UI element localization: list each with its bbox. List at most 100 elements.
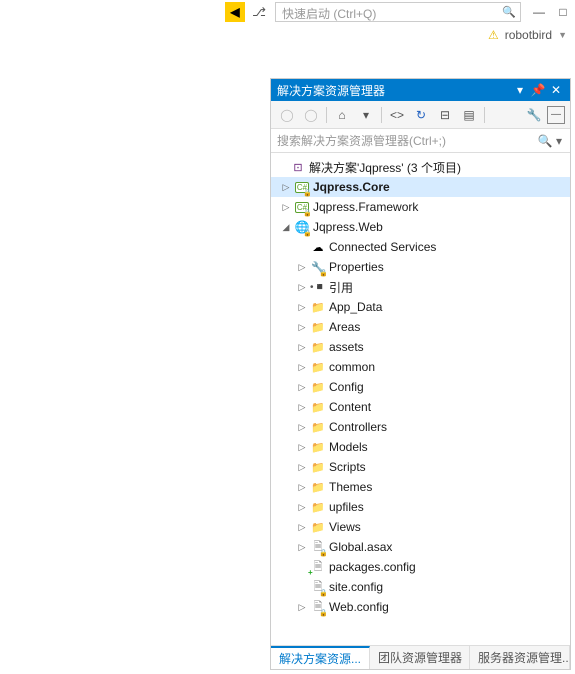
quick-launch-placeholder: 快速启动 (Ctrl+Q) — [282, 7, 376, 21]
collapsed-twisty[interactable]: ▷ — [295, 380, 309, 394]
blank-twisty — [295, 240, 309, 254]
show-all-button[interactable]: ▤ — [458, 104, 480, 126]
preview-button[interactable]: — — [547, 106, 565, 124]
folder-node[interactable]: ▷📁Themes — [271, 477, 570, 497]
project-core[interactable]: ▷ C# Jqpress.Core — [271, 177, 570, 197]
dropdown-icon[interactable]: ▾ — [512, 82, 528, 98]
search-input[interactable]: 搜索解决方案资源管理器(Ctrl+;) 🔍 ▾ — [271, 129, 570, 153]
search-icon[interactable]: 🔍 — [502, 6, 516, 19]
panel-title: 解决方案资源管理器 — [277, 82, 510, 99]
collapsed-twisty[interactable]: ▷ — [295, 420, 309, 434]
cloud-icon: ☁ — [310, 239, 326, 255]
back-button[interactable]: ◯ — [276, 104, 298, 126]
folder-icon: 📁 — [310, 359, 326, 375]
tree-label: packages.config — [329, 560, 416, 574]
restore-button[interactable]: □ — [553, 2, 573, 22]
collapsed-twisty[interactable]: ▷ — [295, 460, 309, 474]
bottom-tabs: 解决方案资源... 团队资源管理器 服务器资源管理... — [271, 645, 570, 669]
collapsed-twisty[interactable]: ▷ — [279, 200, 293, 214]
tree-label: upfiles — [329, 500, 364, 514]
tree-label: Config — [329, 380, 364, 394]
folder-node[interactable]: ▷📁App_Data — [271, 297, 570, 317]
web-config-node[interactable]: ▷ 🗎 Web.config — [271, 597, 570, 617]
tree-label: assets — [329, 340, 364, 354]
folder-icon: 📁 — [310, 519, 326, 535]
solution-node[interactable]: ⊡ 解决方案'Jqpress' (3 个项目) — [271, 157, 570, 177]
tree-label: App_Data — [329, 300, 382, 314]
properties-node[interactable]: ▷ 🔧 Properties — [271, 257, 570, 277]
user-bar[interactable]: ⚠ robotbird ▼ — [488, 28, 567, 42]
collapsed-twisty[interactable]: ▷ — [279, 180, 293, 194]
solution-explorer-panel: 解决方案资源管理器 ▾ 📌 ✕ ◯ ◯ ⌂ ▾ <> ↻ ⊟ ▤ 🔧 — 搜索解… — [270, 78, 571, 670]
folder-icon: 📁 — [310, 339, 326, 355]
close-icon[interactable]: ✕ — [548, 82, 564, 98]
tree-label: Controllers — [329, 420, 387, 434]
branch-icon[interactable]: ⎇ — [249, 2, 269, 22]
collapsed-twisty[interactable]: ▷ — [295, 360, 309, 374]
references-icon: •◾ — [310, 279, 326, 295]
project-web[interactable]: ◢ 🌐 Jqpress.Web — [271, 217, 570, 237]
tree-label: Connected Services — [329, 240, 436, 254]
wrench-icon: 🔧 — [310, 259, 326, 275]
pin-icon[interactable]: 📌 — [530, 82, 546, 98]
quick-launch-input[interactable]: 快速启动 (Ctrl+Q) 🔍 — [275, 2, 521, 22]
global-asax-node[interactable]: ▷ 🗎 Global.asax — [271, 537, 570, 557]
tree: ⊡ 解决方案'Jqpress' (3 个项目) ▷ C# Jqpress.Cor… — [271, 153, 570, 645]
folder-node[interactable]: ▷📁assets — [271, 337, 570, 357]
minimize-button[interactable]: — — [529, 2, 549, 22]
collapsed-twisty[interactable]: ▷ — [295, 320, 309, 334]
user-name: robotbird — [505, 28, 552, 42]
folder-node[interactable]: ▷📁Content — [271, 397, 570, 417]
tree-label: 解决方案'Jqpress' (3 个项目) — [309, 159, 461, 176]
collapsed-twisty[interactable]: ▷ — [295, 400, 309, 414]
folder-icon: 📁 — [310, 439, 326, 455]
tree-label: Web.config — [329, 600, 389, 614]
code-button[interactable]: <> — [386, 104, 408, 126]
packages-config-node[interactable]: 🗎 packages.config — [271, 557, 570, 577]
collapsed-twisty[interactable]: ▷ — [295, 540, 309, 554]
forward-button[interactable]: ◯ — [300, 104, 322, 126]
home-button[interactable]: ⌂ — [331, 104, 353, 126]
tree-label: Views — [329, 520, 361, 534]
collapsed-twisty[interactable]: ▷ — [295, 340, 309, 354]
collapsed-twisty[interactable]: ▷ — [295, 300, 309, 314]
tree-label: Models — [329, 440, 368, 454]
folder-node[interactable]: ▷📁Models — [271, 437, 570, 457]
collapsed-twisty[interactable]: ▷ — [295, 440, 309, 454]
folder-node[interactable]: ▷📁Scripts — [271, 457, 570, 477]
folder-node[interactable]: ▷📁Controllers — [271, 417, 570, 437]
folder-node[interactable]: ▷📁upfiles — [271, 497, 570, 517]
toolbar: ◯ ◯ ⌂ ▾ <> ↻ ⊟ ▤ 🔧 — — [271, 101, 570, 129]
scope-button[interactable]: ▾ — [355, 104, 377, 126]
folder-node[interactable]: ▷📁Config — [271, 377, 570, 397]
collapsed-twisty[interactable]: ▷ — [295, 260, 309, 274]
collapse-button[interactable]: ⊟ — [434, 104, 456, 126]
refresh-button[interactable]: ↻ — [410, 104, 432, 126]
tree-label: common — [329, 360, 375, 374]
folder-node[interactable]: ▷📁common — [271, 357, 570, 377]
top-bar: ◀ ⎇ 快速启动 (Ctrl+Q) 🔍 — □ — [225, 0, 575, 24]
tree-label: Scripts — [329, 460, 366, 474]
tab-server-explorer[interactable]: 服务器资源管理... — [470, 646, 570, 669]
properties-button[interactable]: 🔧 — [523, 104, 545, 126]
site-config-node[interactable]: 🗎 site.config — [271, 577, 570, 597]
collapsed-twisty[interactable]: ▷ — [295, 480, 309, 494]
collapsed-twisty[interactable]: ▷ — [295, 500, 309, 514]
folder-node[interactable]: ▷📁Views — [271, 517, 570, 537]
project-framework[interactable]: ▷ C# Jqpress.Framework — [271, 197, 570, 217]
folder-icon: 📁 — [310, 399, 326, 415]
expanded-twisty[interactable]: ◢ — [279, 220, 293, 234]
collapsed-twisty[interactable]: ▷ — [295, 280, 309, 294]
tab-team-explorer[interactable]: 团队资源管理器 — [370, 646, 470, 669]
folder-node[interactable]: ▷📁Areas — [271, 317, 570, 337]
warning-icon: ⚠ — [488, 28, 499, 42]
collapsed-twisty[interactable]: ▷ — [295, 520, 309, 534]
references-node[interactable]: ▷ •◾ 引用 — [271, 277, 570, 297]
separator — [381, 107, 382, 123]
collapsed-twisty[interactable]: ▷ — [295, 600, 309, 614]
tab-solution-explorer[interactable]: 解决方案资源... — [271, 646, 370, 669]
config-file-icon: 🗎 — [310, 559, 326, 575]
connected-services-node[interactable]: ☁ Connected Services — [271, 237, 570, 257]
folder-icon: 📁 — [310, 299, 326, 315]
panel-titlebar[interactable]: 解决方案资源管理器 ▾ 📌 ✕ — [271, 79, 570, 101]
